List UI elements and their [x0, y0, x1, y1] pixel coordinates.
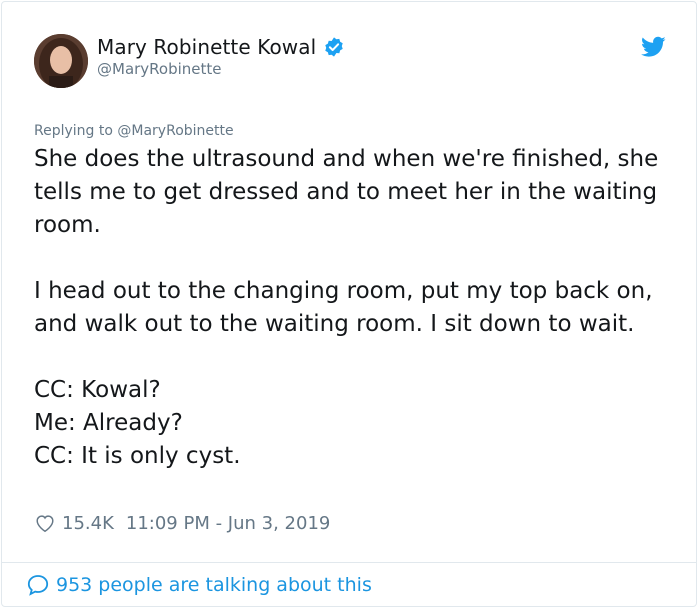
avatar[interactable] — [34, 34, 88, 88]
dialogue-line: Me: Already? — [34, 410, 183, 436]
twitter-bird-icon[interactable] — [641, 36, 666, 58]
author-name-row[interactable]: Mary Robinette Kowal — [97, 35, 345, 59]
reply-prefix: Replying to — [34, 123, 118, 139]
dialogue-line: CC: Kowal? — [34, 377, 161, 403]
like-count[interactable]: 15.4K — [62, 513, 114, 534]
tweet-paragraph: She does the ultrasound and when we're f… — [34, 146, 659, 238]
dialogue-line: CC: It is only cyst. — [34, 443, 241, 469]
tweet-paragraph: I head out to the changing room, put my … — [34, 278, 653, 337]
reply-mention-link[interactable]: @MaryRobinette — [117, 123, 233, 139]
tweet-meta: 15.4K 11:09 PM - Jun 3, 2019 — [34, 512, 330, 534]
speech-bubble-icon — [27, 575, 49, 596]
heart-icon[interactable] — [34, 512, 56, 534]
timestamp[interactable]: 11:09 PM - Jun 3, 2019 — [126, 513, 330, 534]
tweet-text: She does the ultrasound and when we're f… — [34, 143, 674, 473]
conversation-link[interactable]: 953 people are talking about this — [26, 573, 372, 597]
conversation-text[interactable]: 953 people are talking about this — [56, 574, 372, 596]
verified-badge-icon — [325, 37, 343, 57]
divider — [2, 562, 696, 563]
reply-context: Replying to @MaryRobinette — [34, 123, 234, 139]
tweet-card: Mary Robinette Kowal @MaryRobinette Repl… — [1, 1, 697, 607]
display-name[interactable]: Mary Robinette Kowal — [97, 35, 316, 59]
author-handle[interactable]: @MaryRobinette — [97, 60, 222, 78]
